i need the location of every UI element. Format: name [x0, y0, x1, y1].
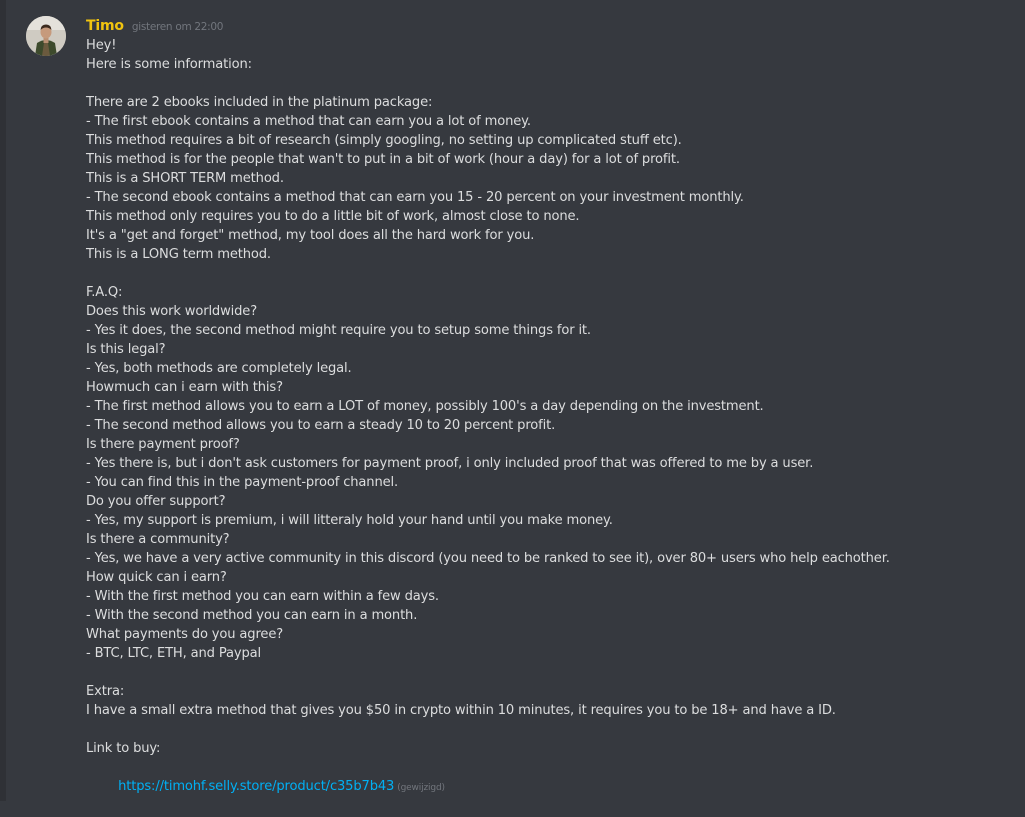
message-line: This method requires a bit of research (…	[86, 133, 682, 148]
message-line-link: https://timohf.selly.store/product/c35b7…	[86, 758, 1016, 794]
message-line: I have a small extra method that gives y…	[86, 703, 836, 718]
timestamp: gisteren om 22:00	[131, 21, 224, 33]
message-line: What payments do you agree?	[86, 627, 284, 642]
message-line	[86, 663, 1016, 682]
left-sidebar-edge	[0, 0, 6, 801]
message-line: Link to buy:	[86, 741, 161, 756]
username[interactable]: Timo	[86, 18, 124, 34]
message-line: Do you offer support?	[86, 494, 226, 509]
avatar-photo-icon	[26, 16, 66, 56]
message-line: Is there a community?	[86, 532, 230, 547]
message-line: - Yes, both methods are completely legal…	[86, 361, 352, 376]
edited-indicator: (gewijzigd)	[397, 783, 445, 793]
message-line: - BTC, LTC, ETH, and Paypal	[86, 646, 261, 661]
message-line: - The second ebook contains a method tha…	[86, 190, 744, 205]
message-line: Extra:	[86, 684, 125, 699]
message-line: Hey!	[86, 38, 117, 53]
message-line: - The first ebook contains a method that…	[86, 114, 531, 129]
message-line: This is a SHORT TERM method.	[86, 171, 284, 186]
message-line: Is there payment proof?	[86, 437, 240, 452]
message-line	[86, 720, 1016, 739]
message-line: It's a "get and forget" method, my tool …	[86, 228, 535, 243]
message-line: - You can find this in the payment-proof…	[86, 475, 399, 490]
message-line: - With the first method you can earn wit…	[86, 589, 439, 604]
message-line: How quick can i earn?	[86, 570, 227, 585]
message-content: Timo gisteren om 22:00 Hey! Here is some…	[86, 14, 1016, 794]
message-line	[86, 74, 1016, 93]
message-line: This method only requires you to do a li…	[86, 209, 580, 224]
message-line: Does this work worldwide?	[86, 304, 258, 319]
message-line	[86, 264, 1016, 283]
message-line: - Yes, my support is premium, i will lit…	[86, 513, 613, 528]
message-line: - The second method allows you to earn a…	[86, 418, 556, 433]
message-body: Hey! Here is some information: There are…	[86, 36, 1016, 794]
message-line: This method is for the people that wan't…	[86, 152, 680, 167]
product-link[interactable]: https://timohf.selly.store/product/c35b7…	[118, 779, 394, 794]
message-line: Howmuch can i earn with this?	[86, 380, 283, 395]
message-line: Is this legal?	[86, 342, 166, 357]
message-line: - With the second method you can earn in…	[86, 608, 418, 623]
message-line: Here is some information:	[86, 57, 252, 72]
message-header: Timo gisteren om 22:00	[86, 14, 1016, 36]
message-line: - Yes, we have a very active community i…	[86, 551, 890, 566]
message-line: - Yes it does, the second method might r…	[86, 323, 591, 338]
message-line: F.A.Q:	[86, 285, 123, 300]
message-line: - The first method allows you to earn a …	[86, 399, 764, 414]
message-line: - Yes there is, but i don't ask customer…	[86, 456, 814, 471]
message-line: There are 2 ebooks included in the plati…	[86, 95, 433, 110]
message-line: This is a LONG term method.	[86, 247, 271, 262]
avatar[interactable]	[26, 16, 66, 56]
